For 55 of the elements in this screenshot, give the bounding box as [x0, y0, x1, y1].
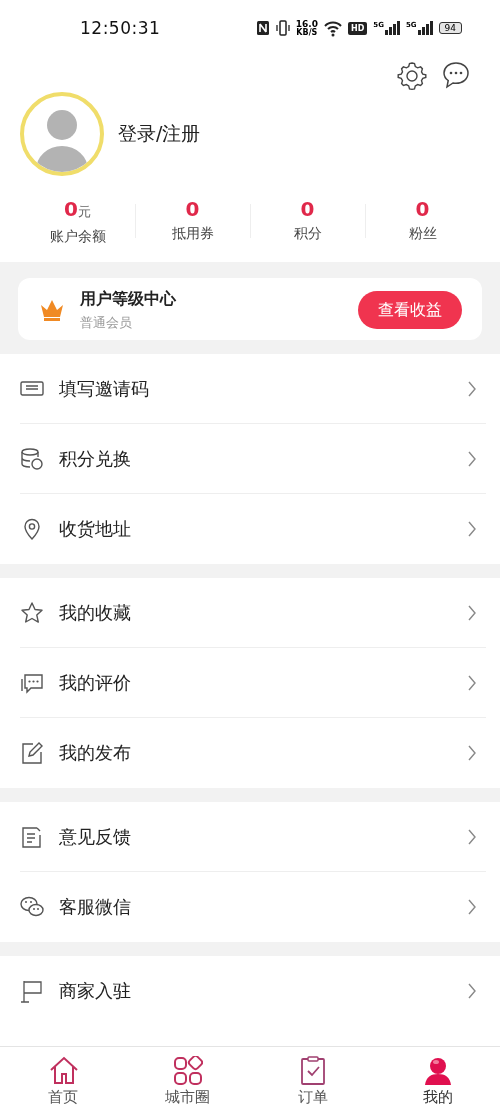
chevron-right-icon	[468, 983, 476, 999]
login-link[interactable]: 登录/注册	[118, 121, 201, 147]
wifi-icon	[323, 19, 342, 37]
stat-label: 抵用券	[171, 225, 214, 243]
chevron-right-icon	[468, 674, 476, 691]
view-earnings-button[interactable]: 查看收益	[358, 291, 462, 329]
network-speed: 16.0	[295, 19, 318, 29]
menu-item[interactable]: 填写邀请码	[20, 354, 486, 424]
menu-item[interactable]: 我的收藏	[20, 578, 486, 648]
stat-value: 0	[300, 196, 315, 222]
chevron-right-icon	[468, 828, 476, 845]
speed-unit: KB/S	[296, 28, 318, 37]
edit-icon	[20, 741, 44, 765]
clock-time: 12:50:31	[80, 18, 161, 38]
stat-label: 积分	[293, 225, 322, 243]
star-icon	[20, 600, 44, 625]
menu-item[interactable]: 积分兑换	[20, 424, 486, 494]
tab-item[interactable]: 订单	[250, 1047, 375, 1116]
menu-item[interactable]: 收货地址	[20, 494, 486, 564]
stat-label: 账户余额	[49, 228, 106, 246]
chevron-right-icon	[468, 899, 476, 915]
signal-icon	[417, 21, 433, 35]
stat-value: 0	[64, 196, 78, 222]
menu-item[interactable]: 客服微信	[20, 872, 486, 942]
feedback-icon	[20, 824, 44, 849]
menu-item[interactable]: 我的发布	[20, 718, 486, 788]
chevron-right-icon	[468, 745, 476, 761]
signal-icon	[384, 21, 400, 35]
coins-icon	[20, 446, 44, 471]
flag-icon	[20, 979, 44, 1003]
chevron-right-icon	[468, 604, 476, 621]
level-title: 用户等级中心	[80, 288, 176, 310]
hd-label: HD	[347, 21, 368, 35]
tab-item[interactable]: 首页	[0, 1047, 125, 1116]
grid-icon	[172, 1056, 203, 1086]
stat-unit: 元	[77, 204, 91, 221]
member-level: 普通会员	[80, 313, 133, 332]
chevron-right-icon	[468, 521, 476, 537]
menu-item[interactable]: 我的评价	[20, 648, 486, 718]
menu-item[interactable]: 意见反馈	[20, 802, 486, 872]
tab-item[interactable]: 城市圈	[125, 1047, 250, 1116]
message-icon[interactable]	[442, 60, 470, 90]
tab-item[interactable]: 我的	[375, 1047, 500, 1116]
settings-icon[interactable]	[396, 60, 428, 92]
crown-icon	[40, 298, 64, 322]
stat-value: 0	[415, 196, 430, 222]
battery-level: 94	[438, 22, 462, 34]
chevron-right-icon	[468, 380, 476, 397]
chevron-right-icon	[468, 450, 476, 467]
chat-bubbles-icon	[20, 895, 44, 919]
stat-label: 粉丝	[408, 225, 437, 243]
vibrate-icon	[275, 20, 290, 36]
stat-value: 0	[185, 196, 200, 222]
nfc-icon	[255, 20, 270, 36]
person-icon	[422, 1056, 453, 1086]
